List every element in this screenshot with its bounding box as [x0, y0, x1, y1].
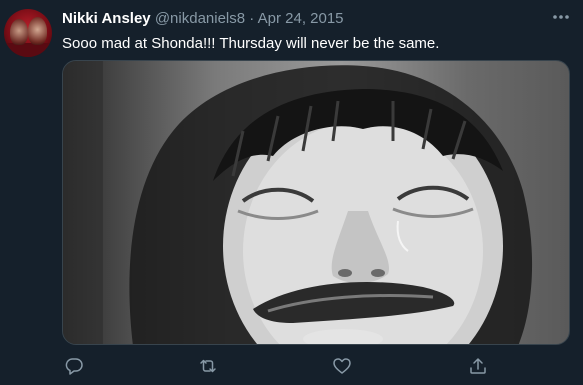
- tweet-actions: [62, 356, 570, 378]
- retweet-icon[interactable]: [198, 356, 218, 376]
- tweet-date[interactable]: Apr 24, 2015: [258, 10, 344, 27]
- tweet-image[interactable]: [62, 60, 570, 345]
- avatar[interactable]: [4, 9, 52, 57]
- heart-icon[interactable]: [332, 356, 352, 376]
- reply-icon[interactable]: [64, 356, 84, 376]
- tweet-text: Sooo mad at Shonda!!! Thursday will neve…: [62, 35, 440, 52]
- tweet[interactable]: Nikki Ansley @nikdaniels8 · Apr 24, 2015…: [0, 0, 583, 385]
- display-name[interactable]: Nikki Ansley: [62, 10, 151, 27]
- user-handle[interactable]: @nikdaniels8: [155, 10, 245, 27]
- more-horizontal-icon[interactable]: [551, 9, 571, 25]
- tweet-header: Nikki Ansley @nikdaniels8 · Apr 24, 2015: [62, 10, 344, 28]
- share-icon[interactable]: [468, 356, 488, 376]
- separator-dot: ·: [249, 10, 255, 27]
